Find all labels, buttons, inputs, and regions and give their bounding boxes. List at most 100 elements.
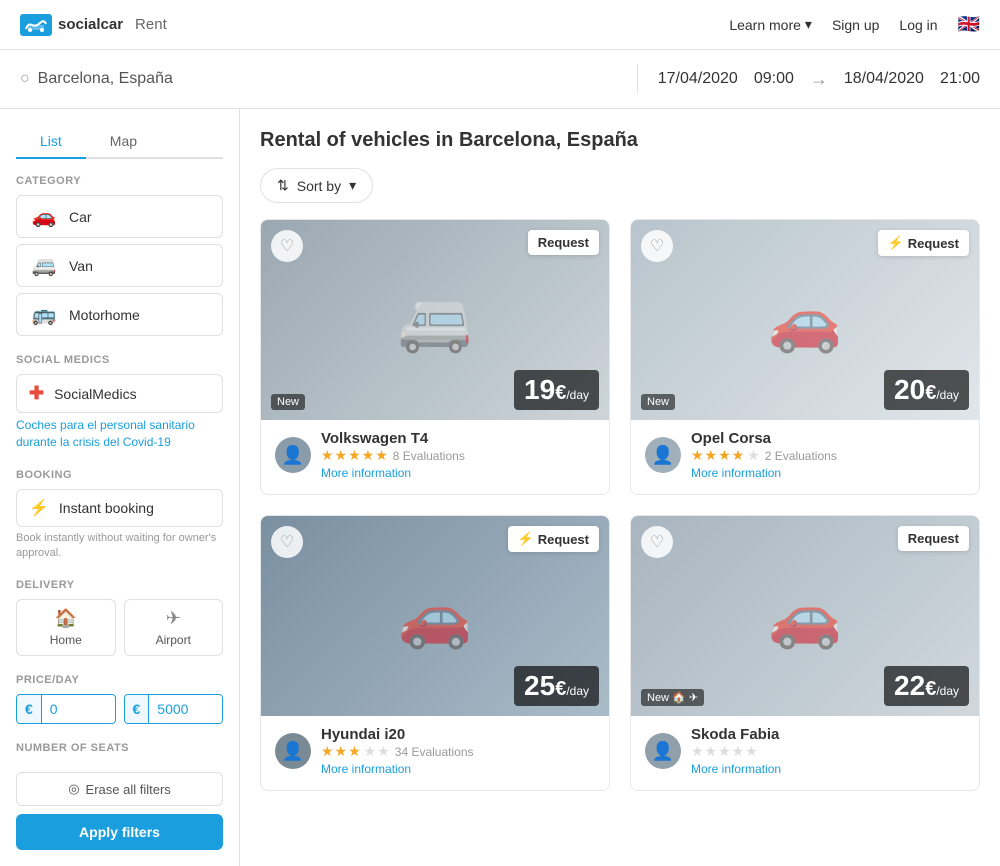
cross-icon: ✚ <box>29 383 44 404</box>
erase-filters-btn[interactable]: ◎ Erase all filters <box>16 772 223 806</box>
location-field[interactable]: ○ Barcelona, España <box>20 70 617 88</box>
login-link[interactable]: Log in <box>899 17 937 33</box>
social-medics-btn[interactable]: ✚ SocialMedics <box>16 374 223 413</box>
category-car-label: Car <box>69 209 92 225</box>
signup-link[interactable]: Sign up <box>832 17 879 33</box>
currency-max-icon: € <box>125 695 150 723</box>
social-medics-text: SocialMedics <box>54 386 136 402</box>
seats-filter: NUMBER OF SEATS <box>16 742 223 754</box>
car-name-2: Opel Corsa <box>691 430 837 447</box>
bolt-badge-icon: ⚡ <box>888 235 904 251</box>
logo-icon <box>20 14 52 36</box>
content-area: Rental of vehicles in Barcelona, España … <box>240 109 1000 866</box>
delivery-home-label: Home <box>50 633 82 647</box>
view-tabs: List Map <box>16 125 223 159</box>
car-info-2: 👤 Opel Corsa ★★★★★ 2 Evaluations More in… <box>631 420 979 494</box>
sort-button[interactable]: ⇅ Sort by ▾ <box>260 168 373 203</box>
sort-bar: ⇅ Sort by ▾ <box>260 168 980 203</box>
tab-map[interactable]: Map <box>86 125 161 159</box>
time-start: 09:00 <box>754 70 794 88</box>
flag-icon: 🇬🇧 <box>958 14 980 35</box>
price-tag-1: 19€/day <box>514 370 599 410</box>
dates-field[interactable]: 17/04/2020 09:00 → 18/04/2020 21:00 <box>658 69 980 90</box>
car-grid: 🚐 ♡ Request New 19€/day 👤 Volkswagen T4 <box>260 219 980 791</box>
car-card-1: 🚐 ♡ Request New 19€/day 👤 Volkswagen T4 <box>260 219 610 495</box>
price-tag-2: 20€/day <box>884 370 969 410</box>
favorite-btn-2[interactable]: ♡ <box>641 230 673 262</box>
stars-2: ★★★★★ <box>691 447 761 464</box>
booking-filter: BOOKING ⚡ Instant booking Book instantly… <box>16 469 223 562</box>
header-left: socialcar Rent <box>20 14 167 36</box>
more-info-3[interactable]: More information <box>321 762 474 776</box>
favorite-btn-4[interactable]: ♡ <box>641 526 673 558</box>
car-info-top-2: 👤 Opel Corsa ★★★★★ 2 Evaluations More in… <box>645 430 965 480</box>
motorhome-icon: 🚌 <box>29 302 59 327</box>
price-currency-4: € <box>925 678 936 700</box>
arrow-icon: → <box>810 69 828 90</box>
sort-icon: ⇅ <box>277 177 289 194</box>
sidebar: List Map CATEGORY 🚗 Car 🚐 Van 🚌 Motorhom… <box>0 109 240 866</box>
apply-filters-btn[interactable]: Apply filters <box>16 814 223 850</box>
per-day-4: /day <box>936 684 959 698</box>
badge-label-2: Request <box>908 236 959 251</box>
sort-chevron-icon: ▾ <box>349 177 356 194</box>
category-label: CATEGORY <box>16 175 223 187</box>
new-badge-1: New <box>271 394 305 410</box>
booking-note: Book instantly without waiting for owner… <box>16 531 223 562</box>
erase-label: Erase all filters <box>86 782 171 797</box>
request-badge-2[interactable]: ⚡ Request <box>878 230 969 256</box>
home-icon: 🏠 <box>55 608 77 629</box>
more-info-1[interactable]: More information <box>321 466 465 480</box>
avatar-4: 👤 <box>645 733 681 769</box>
request-badge-1[interactable]: Request <box>528 230 599 255</box>
social-medics-note[interactable]: Coches para el personal sanitario durant… <box>16 417 223 451</box>
delivery-airport-btn[interactable]: ✈ Airport <box>124 599 224 656</box>
instant-booking-label: Instant booking <box>59 500 154 516</box>
seats-label: NUMBER OF SEATS <box>16 742 223 754</box>
category-motorhome-label: Motorhome <box>69 307 140 323</box>
logo[interactable]: socialcar <box>20 14 123 36</box>
delivery-airport-label: Airport <box>156 633 191 647</box>
badge-label-1: Request <box>538 235 589 250</box>
price-min-wrap: € <box>16 694 116 724</box>
per-day-2: /day <box>936 388 959 402</box>
location-icon: ○ <box>20 70 30 88</box>
eval-count-2: 2 Evaluations <box>765 449 837 463</box>
category-van-btn[interactable]: 🚐 Van <box>16 244 223 287</box>
instant-booking-btn[interactable]: ⚡ Instant booking <box>16 489 223 527</box>
date-start: 17/04/2020 <box>658 70 738 88</box>
price-amount-2: 20 <box>894 374 925 405</box>
rent-label: Rent <box>135 16 167 33</box>
eraser-icon: ◎ <box>68 781 79 797</box>
tab-list[interactable]: List <box>16 125 86 159</box>
car-image-3: 🚗 ♡ ⚡ Request 25€/day <box>261 516 609 716</box>
category-motorhome-btn[interactable]: 🚌 Motorhome <box>16 293 223 336</box>
per-day-3: /day <box>566 684 589 698</box>
request-badge-3[interactable]: ⚡ Request <box>508 526 599 552</box>
price-amount-1: 19 <box>524 374 555 405</box>
page-title: Rental of vehicles in Barcelona, España <box>260 129 980 152</box>
favorite-btn-1[interactable]: ♡ <box>271 230 303 262</box>
car-card-2: 🚗 ♡ ⚡ Request New 20€/day 👤 Op <box>630 219 980 495</box>
learn-more-link[interactable]: Learn more ▾ <box>729 16 812 33</box>
more-info-4[interactable]: More information <box>691 762 781 776</box>
time-end: 21:00 <box>940 70 980 88</box>
price-max-input[interactable] <box>149 695 222 723</box>
more-info-2[interactable]: More information <box>691 466 837 480</box>
van-icon: 🚐 <box>29 253 59 278</box>
social-medics-label: SOCIAL MEDICS <box>16 354 223 366</box>
delivery-buttons: 🏠 Home ✈ Airport <box>16 599 223 656</box>
category-car-btn[interactable]: 🚗 Car <box>16 195 223 238</box>
price-max-wrap: € <box>124 694 224 724</box>
delivery-home-btn[interactable]: 🏠 Home <box>16 599 116 656</box>
booking-label: BOOKING <box>16 469 223 481</box>
car-info-top-1: 👤 Volkswagen T4 ★★★★★ 8 Evaluations More… <box>275 430 595 480</box>
delivery-filter: DELIVERY 🏠 Home ✈ Airport <box>16 579 223 656</box>
car-image-1: 🚐 ♡ Request New 19€/day <box>261 220 609 420</box>
new-badge-4: New 🏠 ✈ <box>641 689 704 706</box>
request-badge-4[interactable]: Request <box>898 526 969 551</box>
price-min-input[interactable] <box>42 695 115 723</box>
favorite-btn-3[interactable]: ♡ <box>271 526 303 558</box>
car-name-4: Skoda Fabia <box>691 726 781 743</box>
logo-text: socialcar <box>58 16 123 33</box>
